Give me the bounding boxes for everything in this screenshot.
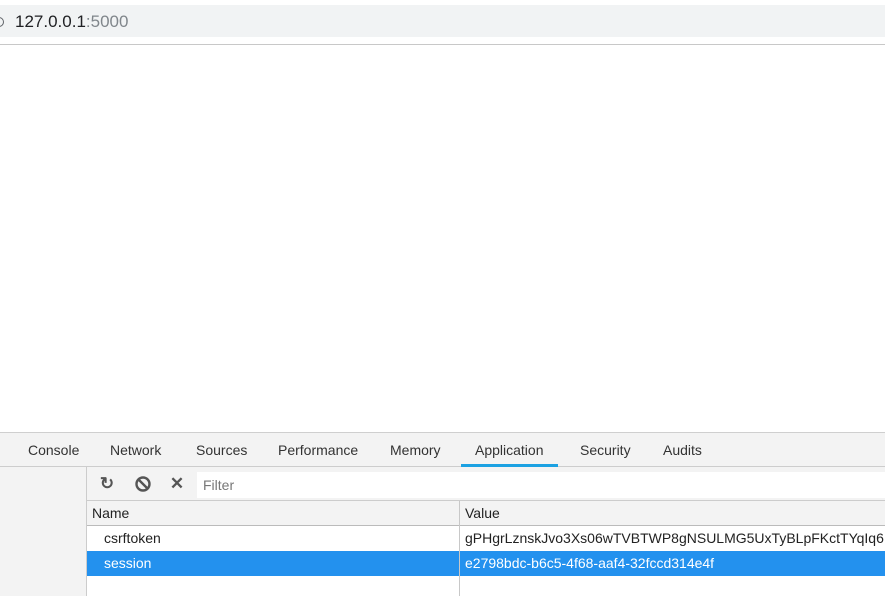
page-content	[0, 45, 885, 432]
tab-network[interactable]: Network	[96, 433, 175, 466]
cookie-value: gPHgrLznskJvo3Xs06wTVBTWP8gNSULMG5UxTyBL…	[465, 530, 884, 546]
url-field[interactable]: 127.0.0.1:5000	[0, 5, 885, 37]
tab-memory[interactable]: Memory	[376, 433, 455, 466]
cookies-toolbar: ↻ ✕	[87, 467, 885, 501]
column-header-value[interactable]: Value	[460, 501, 885, 526]
url-text[interactable]: 127.0.0.1:5000	[15, 12, 128, 32]
cookies-table: Name Value csrftoken gPHgrLznskJvo3Xs06w…	[87, 501, 885, 596]
block-icon[interactable]	[133, 474, 153, 494]
address-bar: 127.0.0.1:5000	[0, 0, 885, 45]
table-row[interactable]: csrftoken gPHgrLznskJvo3Xs06wTVBTWP8gNSU…	[87, 526, 885, 551]
filter-input[interactable]	[197, 472, 885, 498]
cookie-value: e2798bdc-b6c5-4f68-aaf4-32fccd314e4f	[465, 555, 715, 571]
cookie-name: session	[104, 555, 152, 571]
tab-sources[interactable]: Sources	[182, 433, 261, 466]
table-header: Name Value	[87, 501, 885, 526]
column-divider[interactable]	[459, 501, 460, 596]
devtools-panel: Console Network Sources Performance Memo…	[0, 432, 885, 596]
tab-application[interactable]: Application	[461, 433, 558, 467]
tab-console[interactable]: Console	[14, 433, 93, 466]
devtools-tabbar: Console Network Sources Performance Memo…	[0, 433, 885, 467]
cookie-name: csrftoken	[104, 530, 161, 546]
refresh-icon[interactable]: ↻	[97, 474, 117, 494]
tab-security[interactable]: Security	[566, 433, 645, 466]
column-header-name[interactable]: Name	[87, 501, 459, 526]
tab-performance[interactable]: Performance	[264, 433, 372, 466]
application-sidebar	[0, 467, 87, 596]
site-info-icon[interactable]	[0, 17, 4, 27]
tab-audits[interactable]: Audits	[649, 433, 716, 466]
table-row-selected[interactable]: session e2798bdc-b6c5-4f68-aaf4-32fccd31…	[87, 551, 885, 576]
url-host: 127.0.0.1	[15, 12, 86, 31]
url-port: :5000	[85, 12, 129, 31]
close-icon[interactable]: ✕	[167, 474, 187, 494]
